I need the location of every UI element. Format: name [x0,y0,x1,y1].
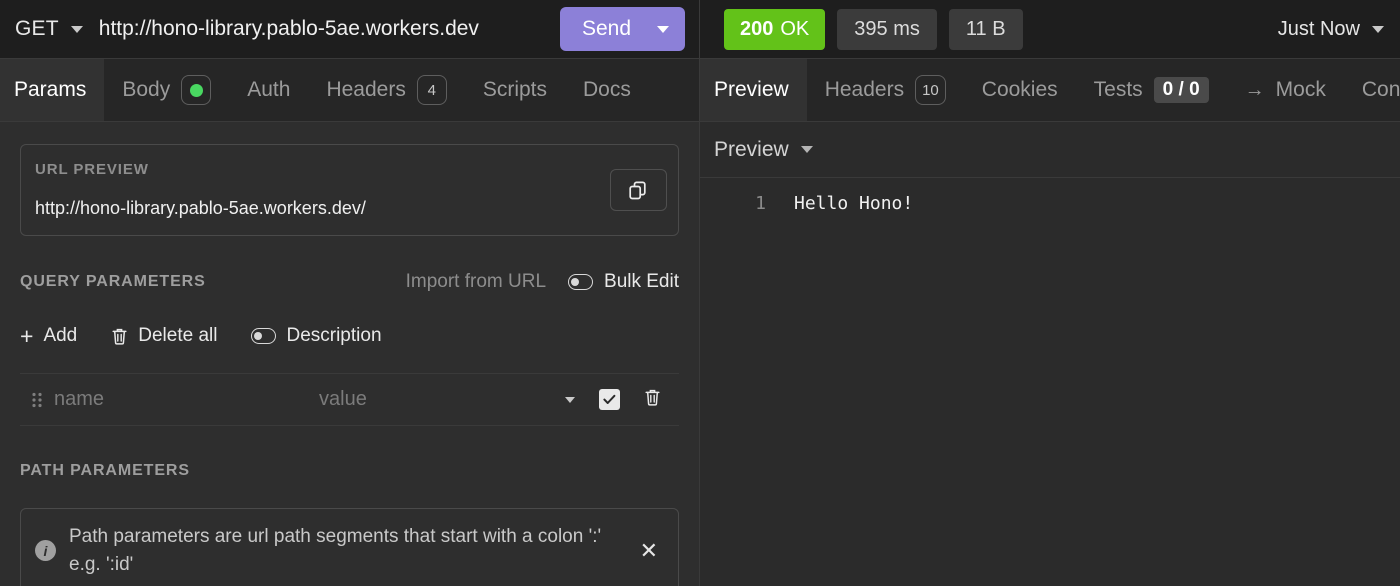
tab-response-headers[interactable]: Headers 10 [807,59,964,121]
preview-mode-selector[interactable]: Preview [700,122,1400,178]
copy-url-button[interactable] [610,169,667,211]
tab-docs[interactable]: Docs [565,59,649,121]
request-bar: GET http://hono-library.pablo-5ae.worker… [0,0,700,58]
http-method-label[interactable]: GET [10,17,59,41]
size-badge: 11 B [948,8,1023,50]
check-icon [603,394,616,404]
url-input[interactable]: http://hono-library.pablo-5ae.workers.de… [99,17,560,41]
query-parameters-toolbar: + Add Delete all Description [20,323,679,349]
tab-preview-label: Preview [714,78,789,101]
duration-badge: 395 ms [837,8,937,50]
response-tab-bar: Preview Headers 10 Cookies Tests 0 / 0 →… [700,59,1400,122]
query-parameters-header: QUERY PARAMETERS Import from URL Bulk Ed… [20,268,679,296]
tab-scripts-label: Scripts [482,78,548,101]
status-badge: 200 OK [724,8,826,50]
import-from-url-button[interactable]: Import from URL [406,271,546,293]
tab-docs-label: Docs [583,78,631,101]
top-bar: GET http://hono-library.pablo-5ae.worker… [0,0,1400,59]
response-pane: Preview 1 Hello Hono! [700,122,1400,586]
tab-mock[interactable]: → Mock [1227,59,1344,121]
tab-headers[interactable]: Headers 4 [308,59,464,121]
main-split: URL PREVIEW http://hono-library.pablo-5a… [0,122,1400,586]
tab-tests[interactable]: Tests 0 / 0 [1076,59,1227,121]
tab-cookies-label: Cookies [981,78,1058,101]
url-preview-card: URL PREVIEW http://hono-library.pablo-5a… [20,144,679,236]
response-status-bar: 200 OK 395 ms 11 B Just Now [700,0,1400,58]
bulk-edit-label: Bulk Edit [604,271,679,292]
trash-icon [645,389,660,406]
tab-scripts[interactable]: Scripts [465,59,565,121]
add-param-label: Add [43,325,78,346]
tab-console-label: Con [1361,78,1400,101]
query-parameters-actions: Import from URL Bulk Edit [406,271,679,293]
tab-mock-label: Mock [1275,78,1326,101]
trash-icon [112,328,127,345]
response-body-text: Hello Hono! [794,193,914,214]
param-row-controls [553,388,679,411]
toggle-switch-icon [568,274,594,290]
param-delete-button[interactable] [644,388,661,411]
response-headers-count-badge: 10 [915,75,946,105]
param-name-input[interactable]: name [54,388,319,411]
delete-all-params-label: Delete all [138,325,218,346]
history-chevron-down-icon[interactable] [1372,25,1384,33]
description-toggle[interactable]: Description [251,325,382,347]
tab-tests-label: Tests [1093,78,1143,101]
bulk-edit-toggle[interactable]: Bulk Edit [568,271,679,293]
plus-icon: + [20,322,34,349]
description-label: Description [286,325,382,346]
tab-response-headers-label: Headers [824,78,905,101]
add-param-button[interactable]: + Add [20,322,78,349]
url-preview-label: URL PREVIEW [35,161,149,178]
api-client-window: GET http://hono-library.pablo-5ae.worker… [0,0,1400,586]
param-enabled-checkbox[interactable] [599,389,620,410]
preview-mode-chevron-down-icon[interactable] [800,146,813,153]
preview-mode-label: Preview [714,137,789,161]
tab-headers-label: Headers [326,78,406,101]
arrow-right-icon: → [1244,78,1265,101]
send-button[interactable]: Send [559,7,685,51]
param-options-chevron-down-icon[interactable] [565,396,575,403]
close-icon[interactable]: ✕ [636,538,662,564]
tab-body-label: Body [122,78,171,101]
tab-console[interactable]: Con [1344,59,1400,121]
description-toggle-switch-icon [251,328,277,344]
send-chevron-down-icon[interactable] [657,25,669,33]
body-dot-badge-icon [181,75,212,105]
tab-params-label: Params [14,78,87,101]
response-body-viewer[interactable]: 1 Hello Hono! [700,178,1400,586]
tab-bars: Params Body Auth Headers 4 Scripts Docs [0,59,1400,122]
path-parameters-title: PATH PARAMETERS [20,462,190,479]
query-param-row: name value [20,373,679,426]
method-chevron-down-icon[interactable] [70,25,83,33]
path-parameters-info: i Path parameters are url path segments … [20,508,679,586]
drag-handle-icon[interactable] [20,391,54,409]
delete-all-params-button[interactable]: Delete all [111,325,217,347]
tab-cookies[interactable]: Cookies [964,59,1076,121]
tab-preview[interactable]: Preview [700,59,807,121]
send-button-label: Send [581,17,631,40]
path-parameters-info-text: Path parameters are url path segments th… [69,526,602,575]
copy-icon [629,181,646,199]
history-selector[interactable]: Just Now [1278,18,1384,41]
query-parameters-title: QUERY PARAMETERS [20,273,206,290]
tab-auth[interactable]: Auth [229,59,308,121]
request-tab-bar: Params Body Auth Headers 4 Scripts Docs [0,59,700,122]
request-params-pane: URL PREVIEW http://hono-library.pablo-5a… [0,122,700,586]
tab-auth-label: Auth [247,78,291,101]
tests-count-badge: 0 / 0 [1153,77,1209,103]
tab-body[interactable]: Body [104,59,229,121]
line-number-gutter: 1 [755,193,766,214]
history-selector-label: Just Now [1277,17,1360,40]
status-code: 200 [740,17,774,40]
headers-count-badge: 4 [416,75,447,105]
param-value-input[interactable]: value [319,388,367,411]
status-text: OK [780,17,810,40]
url-preview-value: http://hono-library.pablo-5ae.workers.de… [35,198,366,218]
info-icon: i [35,540,56,562]
tab-params[interactable]: Params [0,59,105,121]
